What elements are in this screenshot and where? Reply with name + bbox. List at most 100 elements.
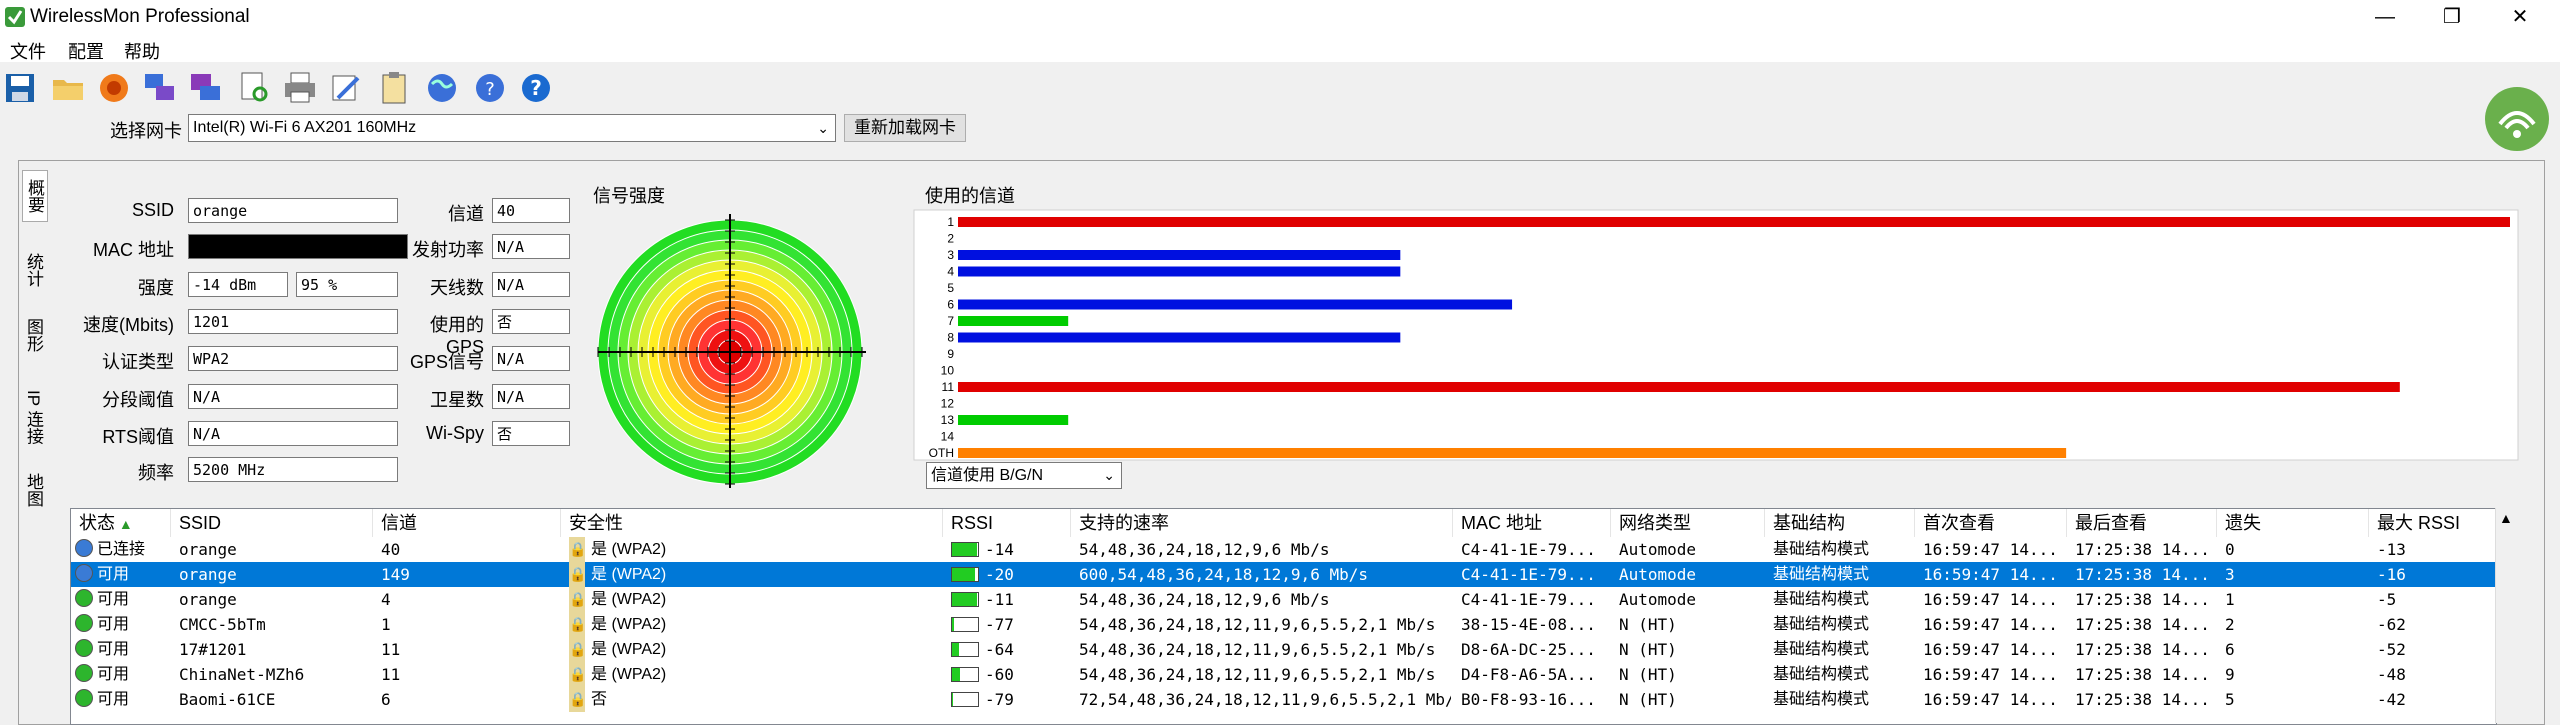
column-header[interactable]: 信道 xyxy=(373,509,561,537)
cell-first: 16:59:47 14... xyxy=(1923,640,2058,659)
chevron-down-icon: ⌄ xyxy=(1103,467,1115,483)
column-header[interactable]: 遗失 xyxy=(2217,509,2369,537)
open-folder-icon[interactable] xyxy=(50,70,86,106)
channel-label: 3 xyxy=(947,248,954,262)
lock-icon: 🔒 xyxy=(569,612,586,637)
column-header[interactable]: 最大 RSSI xyxy=(2369,509,2496,537)
cell-first: 16:59:47 14... xyxy=(1923,615,2058,634)
monitor-icon[interactable] xyxy=(188,70,224,106)
status-dot-icon xyxy=(75,539,93,557)
cell-max: -52 xyxy=(2377,640,2406,659)
column-header[interactable]: 状态 ▲ xyxy=(71,509,171,537)
cell-status: 可用 xyxy=(97,641,130,658)
info-label: RTS阈值 xyxy=(102,427,174,447)
info-value: 否 xyxy=(492,309,570,334)
table-row[interactable]: 可用 ChinaNet-MZh6 11 🔒 是 (WPA2) -60 54,48,36,24… xyxy=(71,662,2496,687)
info-value: N/A xyxy=(492,272,570,297)
cell-rssi: -14 xyxy=(985,540,1014,559)
channel-label: OTH xyxy=(929,446,954,460)
table-row[interactable]: 可用 orange 149 🔒 是 (WPA2) -20 600,54,48,36,24,1… xyxy=(71,562,2496,587)
cell-nettype: Automode xyxy=(1619,565,1697,584)
tab-map[interactable]: 地图 xyxy=(22,465,46,515)
info-value: 40 xyxy=(492,198,570,223)
cell-rates: 54,48,36,24,18,12,11,9,6,5.5,2,1 Mb/s xyxy=(1079,665,1436,684)
cell-last: 17:25:38 14... xyxy=(2075,615,2210,634)
tab-summary[interactable]: 概要 xyxy=(22,170,48,222)
tab-stats[interactable]: 统计 xyxy=(22,245,46,295)
column-header[interactable]: 网络类型 xyxy=(1611,509,1765,537)
channel-mode-select[interactable]: 信道使用 B/G/N ⌄ xyxy=(926,462,1122,489)
info-label: 强度 xyxy=(138,278,174,298)
column-header-label: RSSI xyxy=(951,513,994,533)
status-dot-icon xyxy=(75,689,93,707)
info-label: 分段阈值 xyxy=(102,390,174,410)
settings-icon[interactable] xyxy=(328,70,364,106)
menu-config[interactable]: 配置 xyxy=(68,38,104,64)
column-header[interactable]: 支持的速率 xyxy=(1071,509,1453,537)
lock-icon: 🔒 xyxy=(569,587,586,612)
cell-ssid: Baomi-61CE xyxy=(179,690,276,709)
close-button[interactable]: ✕ xyxy=(2490,0,2550,34)
minimize-button[interactable]: — xyxy=(2355,0,2415,34)
table-scrollbar[interactable]: ▲ xyxy=(2495,508,2518,723)
help-web-icon[interactable]: ? xyxy=(472,70,508,106)
column-header-label: SSID xyxy=(179,513,222,533)
channel-bar xyxy=(958,250,1401,260)
table-row[interactable]: 可用 17#1201 11 🔒 是 (WPA2) -64 54,48,36,24,18,12… xyxy=(71,637,2496,662)
column-header-label: 网络类型 xyxy=(1619,513,1691,533)
cell-rates: 54,48,36,24,18,12,11,9,6,5.5,2,1 Mb/s xyxy=(1079,615,1436,634)
channel-label: 4 xyxy=(947,265,954,279)
cell-status: 已连接 xyxy=(97,541,146,558)
help-icon[interactable]: ? xyxy=(518,70,554,106)
column-header[interactable]: SSID xyxy=(171,509,373,537)
channel-bar xyxy=(958,332,1401,343)
column-header[interactable]: 安全性 xyxy=(561,509,943,537)
clipboard-icon[interactable] xyxy=(376,70,412,106)
channel-label: 5 xyxy=(947,281,954,295)
table-row[interactable]: 可用 CMCC-5bTm 1 🔒 是 (WPA2) -77 54,48,36,24,18,1… xyxy=(71,612,2496,637)
cell-infra: 基础结构模式 xyxy=(1773,641,1870,658)
column-header[interactable]: RSSI xyxy=(943,509,1071,537)
cell-rssi: -79 xyxy=(985,690,1014,709)
record-icon[interactable] xyxy=(96,70,132,106)
tab-graph[interactable]: 图形 xyxy=(22,310,46,360)
menu-file[interactable]: 文件 xyxy=(10,38,46,64)
column-header[interactable]: 最后查看 xyxy=(2067,509,2217,537)
cell-security: 是 (WPA2) xyxy=(591,591,667,608)
cell-nettype: N (HT) xyxy=(1619,640,1677,659)
column-header[interactable]: 首次查看 xyxy=(1915,509,2067,537)
cell-rssi: -60 xyxy=(985,665,1014,684)
info-value-percent: 95 % xyxy=(296,272,398,297)
column-header-label: MAC 地址 xyxy=(1461,513,1542,533)
info-value xyxy=(188,234,408,259)
tab-ip-connection[interactable]: IP 连接 xyxy=(22,382,46,452)
info-label: Wi-Spy xyxy=(426,423,484,443)
print-preview-icon[interactable] xyxy=(236,70,272,106)
print-icon[interactable] xyxy=(282,70,318,106)
nic-select[interactable]: Intel(R) Wi-Fi 6 AX201 160MHz ⌄ xyxy=(188,114,836,142)
scroll-up-icon[interactable]: ▲ xyxy=(2499,510,2513,526)
maximize-button[interactable]: ❐ xyxy=(2422,0,2482,34)
reload-nic-button[interactable]: 重新加载网卡 xyxy=(844,114,966,142)
column-header[interactable]: 基础结构 xyxy=(1765,509,1915,537)
cell-ssid: CMCC-5bTm xyxy=(179,615,266,634)
column-header[interactable]: MAC 地址 xyxy=(1453,509,1611,537)
cell-nettype: N (HT) xyxy=(1619,665,1677,684)
cell-channel: 4 xyxy=(381,590,391,609)
table-row[interactable]: 可用 orange 4 🔒 是 (WPA2) -11 54,48,36,24,18,12,9… xyxy=(71,587,2496,612)
cell-max: -5 xyxy=(2377,590,2397,609)
info-label: 卫星数 xyxy=(430,390,484,410)
network-icon[interactable] xyxy=(142,70,178,106)
table-row[interactable]: 可用 Baomi-61CE 6 🔒 否 -79 72,54,48,36,24,18,12,1… xyxy=(71,687,2496,712)
cell-infra: 基础结构模式 xyxy=(1773,591,1870,608)
cell-channel: 11 xyxy=(381,665,401,684)
save-icon[interactable] xyxy=(2,70,38,106)
table-row[interactable]: 已连接 orange 40 🔒 是 (WPA2) -14 54,48,36,24,18,12… xyxy=(71,537,2496,562)
menu-help[interactable]: 帮助 xyxy=(124,38,160,64)
cell-first: 16:59:47 14... xyxy=(1923,565,2058,584)
cell-mac: 38-15-4E-08... xyxy=(1461,615,1596,634)
info-value: orange xyxy=(188,198,398,223)
channel-label: 9 xyxy=(947,347,954,361)
web-icon[interactable] xyxy=(424,70,460,106)
info-value: N/A xyxy=(492,384,570,409)
